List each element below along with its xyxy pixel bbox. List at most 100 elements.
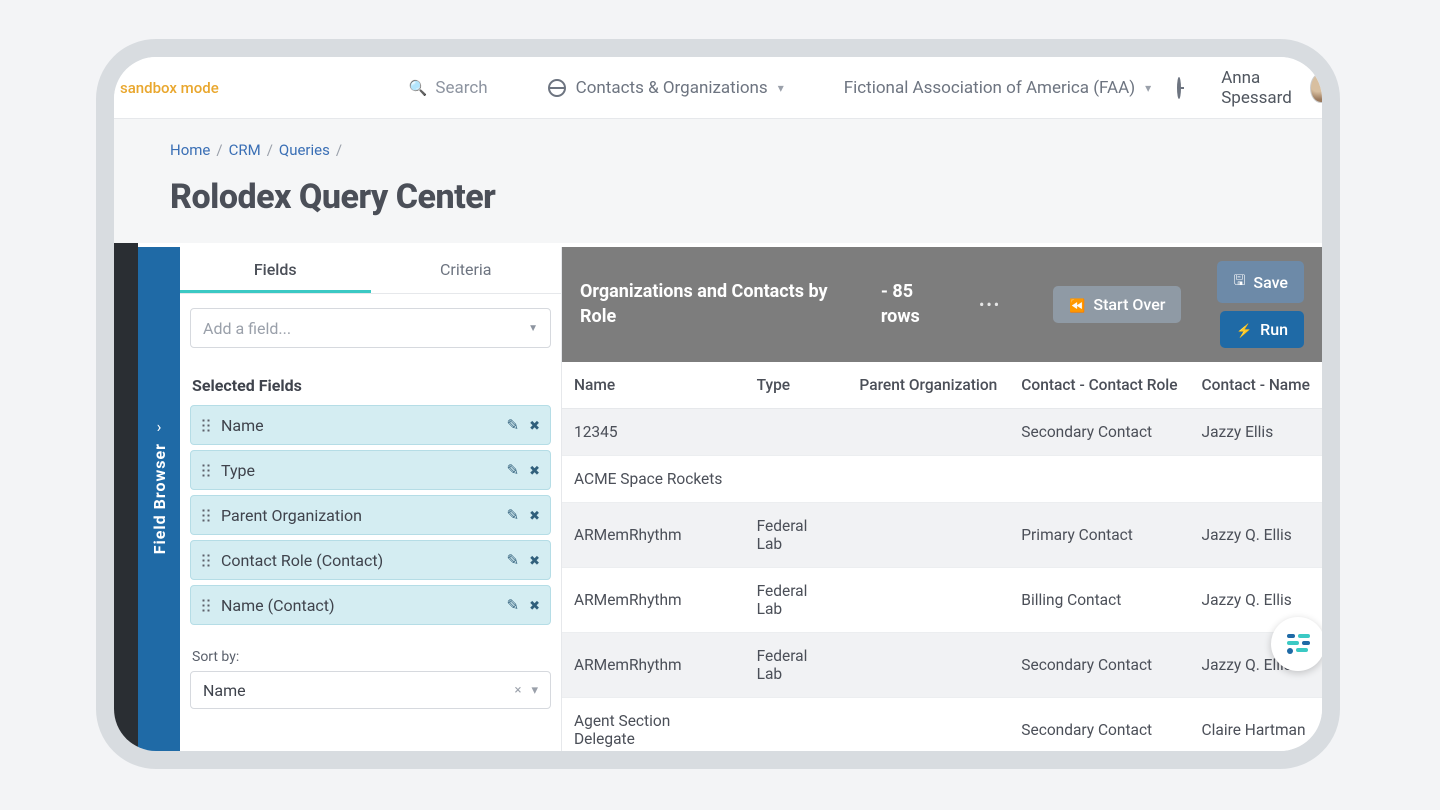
cell: ACME Space Rockets — [562, 456, 745, 503]
page-title: Rolodex Query Center — [170, 177, 1292, 217]
run-button[interactable]: Run — [1220, 311, 1304, 348]
sort-by-select[interactable]: Name × ▾ — [190, 671, 551, 709]
field-label: Parent Organization — [221, 506, 362, 525]
cell: 12345 — [562, 409, 745, 456]
search-input[interactable]: Search — [409, 78, 488, 98]
cell: Secondary Contact — [1009, 409, 1189, 456]
table-row[interactable]: ACME Space Rockets — [562, 456, 1322, 503]
edit-icon[interactable] — [507, 506, 520, 524]
cell: Secondary Contact — [1009, 698, 1189, 752]
cell: ARMemRhythm — [562, 568, 745, 633]
selected-field-item[interactable]: Name (Contact) — [190, 585, 551, 625]
cell: Federal Lab — [745, 568, 848, 633]
nav-label: Contacts & Organizations — [576, 78, 768, 98]
cell — [847, 456, 1009, 503]
remove-icon[interactable] — [529, 506, 540, 524]
add-field-select[interactable]: Add a field... ▼ — [190, 308, 551, 348]
edit-icon[interactable] — [507, 596, 520, 614]
cell: Claire Hartman — [1190, 698, 1322, 752]
globe-icon — [548, 79, 566, 97]
field-browser-toggle[interactable]: › Field Browser — [138, 247, 180, 751]
cell — [1190, 456, 1322, 503]
fields-panel: Fields Criteria Add a field... ▼ Selecte… — [180, 247, 562, 751]
column-header[interactable]: Contact - Contact Role — [1009, 362, 1189, 409]
sort-by-label: Sort by: — [192, 649, 551, 665]
breadcrumb-home[interactable]: Home — [170, 141, 210, 159]
button-label: Start Over — [1093, 295, 1165, 314]
user-menu[interactable]: Anna Spessard ▾ — [1221, 68, 1322, 108]
row-count: - 85 rows — [881, 280, 953, 329]
start-over-button[interactable]: Start Over — [1053, 286, 1181, 323]
cell: Federal Lab — [745, 503, 848, 568]
widget-icon — [1287, 634, 1310, 654]
drag-handle-icon[interactable] — [201, 463, 211, 477]
selected-field-item[interactable]: Contact Role (Contact) — [190, 540, 551, 580]
main-area: › Field Browser Fields Criteria Add a fi… — [114, 247, 1322, 751]
field-label: Contact Role (Contact) — [221, 551, 383, 570]
chevron-down-icon: ▾ — [531, 683, 538, 698]
search-placeholder: Search — [435, 78, 487, 98]
clear-icon[interactable]: × — [515, 683, 522, 698]
drag-handle-icon[interactable] — [201, 553, 211, 567]
top-bar: sandbox mode Search Contacts & Organizat… — [114, 57, 1322, 119]
sandbox-mode-label: sandbox mode — [118, 79, 219, 97]
breadcrumb: Home / CRM / Queries / — [170, 141, 1292, 159]
cell — [847, 633, 1009, 698]
help-widget[interactable] — [1271, 617, 1322, 671]
field-label: Name (Contact) — [221, 596, 335, 615]
drag-handle-icon[interactable] — [201, 418, 211, 432]
history-icon[interactable] — [1177, 77, 1181, 99]
cell: ARMemRhythm — [562, 503, 745, 568]
column-header[interactable]: Contact - Name — [1190, 362, 1322, 409]
selected-field-item[interactable]: Type — [190, 450, 551, 490]
nav-association-picker[interactable]: Fictional Association of America (FAA) ▾ — [844, 78, 1151, 98]
drag-handle-icon[interactable] — [201, 508, 211, 522]
breadcrumb-crm[interactable]: CRM — [229, 141, 261, 159]
cell — [745, 698, 848, 752]
cell — [745, 409, 848, 456]
save-icon — [1233, 270, 1245, 294]
cell — [847, 568, 1009, 633]
cell: ARMemRhythm — [562, 633, 745, 698]
page-header: Home / CRM / Queries / Rolodex Query Cen… — [114, 119, 1322, 243]
cell: Jazzy Ellis — [1190, 409, 1322, 456]
cell: Federal Lab — [745, 633, 848, 698]
button-label: Save — [1253, 273, 1288, 292]
more-menu[interactable]: ••• — [979, 295, 1001, 314]
bolt-icon — [1236, 320, 1252, 339]
cell — [847, 503, 1009, 568]
column-header[interactable]: Type — [745, 362, 848, 409]
tab-criteria[interactable]: Criteria — [371, 247, 562, 293]
field-label: Name — [221, 416, 264, 435]
tab-fields[interactable]: Fields — [180, 247, 371, 293]
search-icon — [409, 78, 428, 98]
drag-handle-icon[interactable] — [201, 598, 211, 612]
cell — [847, 409, 1009, 456]
cell: Secondary Contact — [1009, 633, 1189, 698]
sort-value: Name — [203, 681, 246, 700]
nav-contacts-organizations[interactable]: Contacts & Organizations ▾ — [548, 78, 784, 98]
column-header[interactable]: Parent Organization — [847, 362, 1009, 409]
table-row[interactable]: ARMemRhythmFederal LabSecondary ContactJ… — [562, 633, 1322, 698]
edit-icon[interactable] — [507, 461, 520, 479]
table-row[interactable]: 12345 Secondary ContactJazzy Ellis — [562, 409, 1322, 456]
cell: Primary Contact — [1009, 503, 1189, 568]
table-row[interactable]: Agent Section DelegateSecondary ContactC… — [562, 698, 1322, 752]
remove-icon[interactable] — [529, 551, 540, 569]
table-row[interactable]: ARMemRhythmFederal LabPrimary ContactJaz… — [562, 503, 1322, 568]
cell — [745, 456, 848, 503]
breadcrumb-queries[interactable]: Queries — [279, 141, 330, 159]
column-header[interactable]: Name — [562, 362, 745, 409]
add-field-placeholder: Add a field... — [203, 319, 291, 338]
remove-icon[interactable] — [529, 461, 540, 479]
selected-field-item[interactable]: Name — [190, 405, 551, 445]
save-button[interactable]: Save — [1217, 261, 1304, 303]
table-row[interactable]: ARMemRhythmFederal LabBilling ContactJaz… — [562, 568, 1322, 633]
selected-field-item[interactable]: Parent Organization — [190, 495, 551, 535]
remove-icon[interactable] — [529, 596, 540, 614]
edit-icon[interactable] — [507, 416, 520, 434]
remove-icon[interactable] — [529, 416, 540, 434]
panel-tabs: Fields Criteria — [180, 247, 561, 294]
cell — [1009, 456, 1189, 503]
edit-icon[interactable] — [507, 551, 520, 569]
